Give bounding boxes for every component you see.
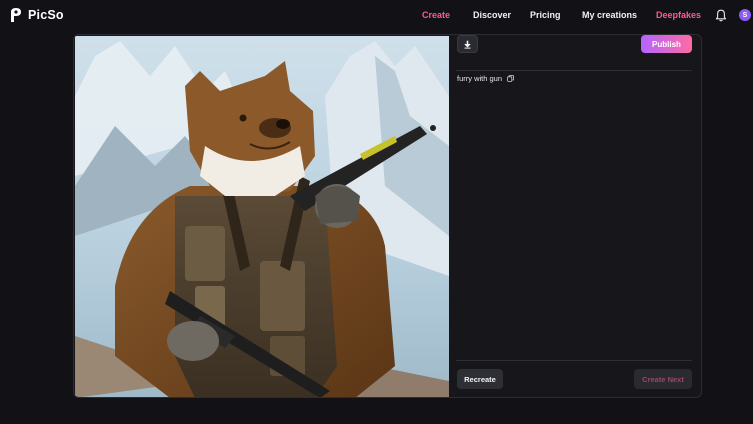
divider-bottom bbox=[456, 360, 692, 361]
generated-image[interactable] bbox=[75, 36, 449, 397]
nav-my-creations[interactable]: My creations bbox=[582, 10, 637, 20]
create-next-button[interactable]: Create Next bbox=[634, 369, 692, 389]
copy-icon[interactable] bbox=[507, 75, 514, 82]
prompt-text: furry with gun bbox=[457, 74, 503, 83]
divider-top bbox=[456, 70, 692, 71]
prompt-row: furry with gun bbox=[457, 74, 514, 83]
user-avatar[interactable]: S bbox=[739, 9, 751, 21]
nav-discover[interactable]: Discover bbox=[473, 10, 511, 20]
download-icon bbox=[464, 40, 471, 49]
bell-icon[interactable] bbox=[715, 9, 727, 22]
generated-image-artwork bbox=[75, 36, 449, 397]
recreate-button[interactable]: Recreate bbox=[457, 369, 503, 389]
creation-result-card: Publish furry with gun Recreate Create N… bbox=[73, 34, 702, 398]
nav-pricing[interactable]: Pricing bbox=[530, 10, 561, 20]
nav-links: Create Discover Pricing My creations Dee… bbox=[0, 10, 753, 24]
download-button[interactable] bbox=[457, 35, 478, 53]
nav-deepfakes[interactable]: Deepfakes bbox=[656, 10, 701, 20]
result-side-panel: Publish furry with gun Recreate Create N… bbox=[456, 35, 701, 397]
publish-button[interactable]: Publish bbox=[641, 35, 692, 53]
nav-create[interactable]: Create bbox=[422, 10, 450, 20]
top-navbar: PicSo Create Discover Pricing My creatio… bbox=[0, 0, 753, 32]
